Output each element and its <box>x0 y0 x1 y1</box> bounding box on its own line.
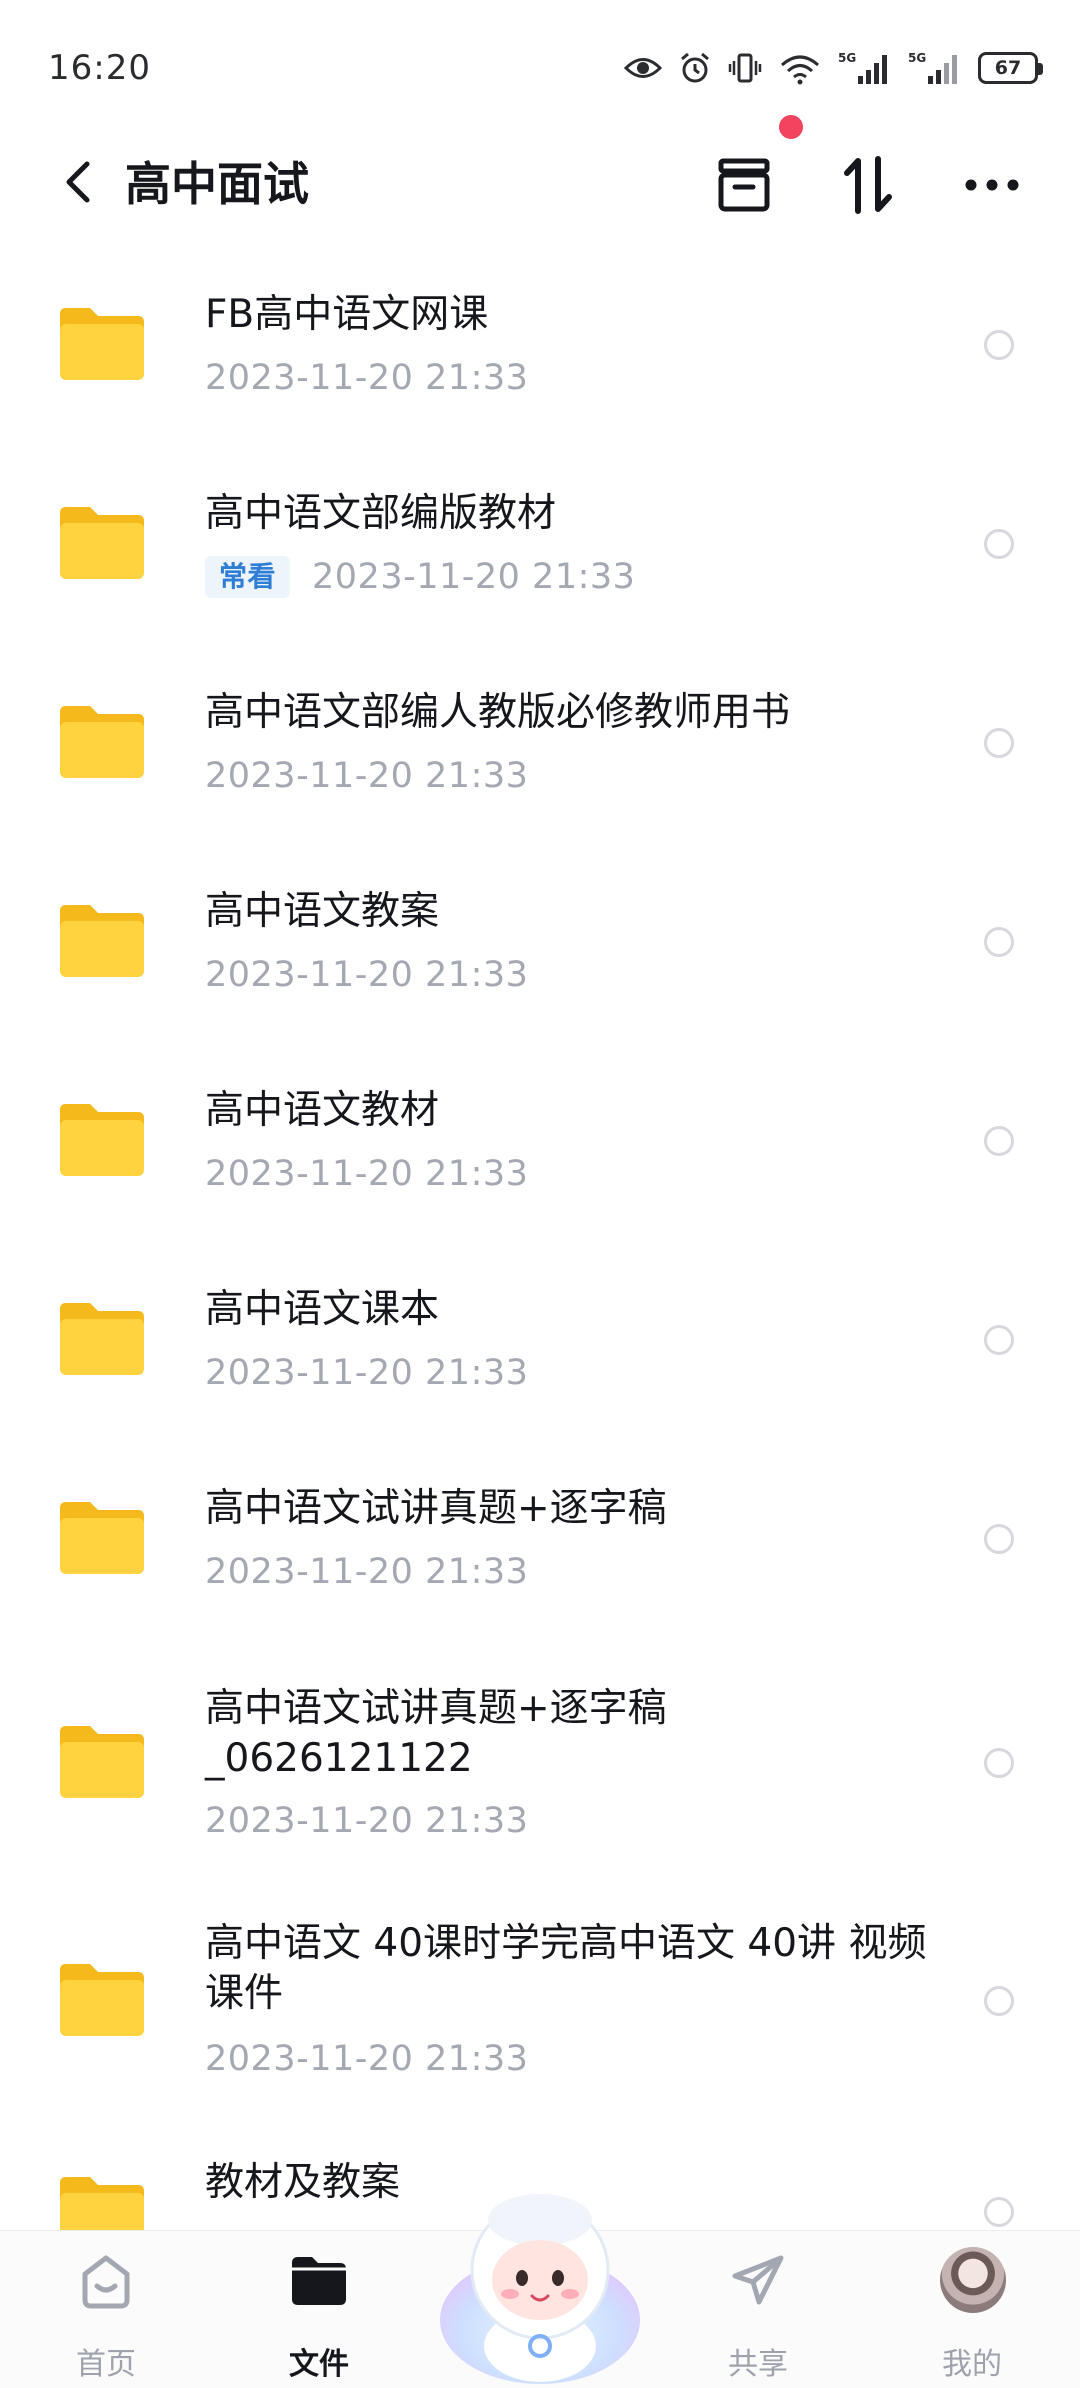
archive-icon <box>718 158 770 212</box>
select-radio[interactable] <box>984 1986 1014 2016</box>
file-name: 高中语文试讲真题+逐字稿 <box>205 1486 667 1531</box>
archive-button[interactable] <box>707 148 781 222</box>
folder-icon <box>60 507 144 579</box>
page-title: 高中面试 <box>125 157 309 211</box>
vibrate-icon <box>728 53 762 83</box>
more-icon <box>965 179 1019 191</box>
nav-mine[interactable]: 我的 <box>902 2247 1042 2382</box>
status-bar: 16:20 5G 5G 67 <box>0 0 1080 130</box>
eye-icon <box>624 58 662 78</box>
signal-5g-icon: 5G <box>838 51 887 84</box>
back-button[interactable] <box>48 152 108 212</box>
file-name: 高中语文部编版教材 <box>205 491 557 536</box>
folder-icon <box>60 1964 144 2036</box>
folder-icon <box>60 905 144 977</box>
file-name: 高中语文 40课时学完高中语文 40讲 视频课件 <box>205 1921 927 2016</box>
file-meta: 2023-11-20 21:33 <box>205 1154 528 1194</box>
send-icon <box>728 2251 788 2311</box>
sort-button[interactable] <box>831 148 905 222</box>
status-time: 16:20 <box>48 48 151 88</box>
file-meta: 2023-11-20 21:33 <box>205 1801 528 1841</box>
folder-icon <box>60 1104 144 1176</box>
folder-icon <box>60 1303 144 1375</box>
header: 高中面试 <box>0 130 1080 240</box>
file-date: 2023-11-20 21:33 <box>205 1154 529 1194</box>
file-name: FB高中语文网课 <box>205 292 489 337</box>
select-radio[interactable] <box>984 1325 1014 1355</box>
file-date: 2023-11-20 21:33 <box>205 955 529 995</box>
folder-icon <box>60 308 144 380</box>
nav-files[interactable]: 文件 <box>249 2247 389 2382</box>
svg-text:5G: 5G <box>838 51 856 65</box>
file-name: 高中语文教材 <box>205 1088 440 1133</box>
file-date: 2023-11-20 21:33 <box>205 1353 529 1393</box>
file-date: 2023-11-20 21:33 <box>205 2039 529 2079</box>
folder-icon <box>60 1726 144 1798</box>
file-date: 2023-11-20 21:33 <box>205 756 529 796</box>
file-meta: 2023-11-20 21:33 <box>205 358 528 398</box>
nav-label: 文件 <box>289 2347 349 2382</box>
battery-icon: 67 <box>978 52 1043 84</box>
select-radio[interactable] <box>984 2197 1014 2227</box>
select-radio[interactable] <box>984 330 1014 360</box>
nav-label: 我的 <box>942 2347 1002 2382</box>
file-meta: 2023-11-20 21:33 <box>205 1353 528 1393</box>
sort-icon <box>844 156 892 214</box>
file-meta: 2023-11-20 21:33 <box>205 756 528 796</box>
notification-dot <box>779 115 803 139</box>
folder-icon <box>60 1502 144 1574</box>
nav-share[interactable]: 共享 <box>688 2247 828 2382</box>
select-radio[interactable] <box>984 529 1014 559</box>
nav-label: 首页 <box>76 2347 136 2382</box>
signal-5g-icon-2: 5G <box>908 51 957 84</box>
nav-label: 共享 <box>728 2347 788 2382</box>
file-date: 2023-11-20 21:33 <box>205 1552 529 1592</box>
frequent-tag: 常看 <box>205 556 291 598</box>
file-date: 2023-11-20 21:33 <box>312 557 636 597</box>
file-date: 2023-11-20 21:33 <box>205 358 529 398</box>
folder-icon <box>289 2251 349 2311</box>
file-meta: 2023-11-20 21:33 <box>205 1552 528 1592</box>
nav-home[interactable]: 首页 <box>36 2247 176 2382</box>
chevron-left-icon <box>66 161 90 203</box>
assistant-mascot-icon[interactable] <box>432 2170 648 2386</box>
file-meta: 2023-11-20 21:33 <box>205 2039 528 2079</box>
home-icon <box>76 2251 136 2311</box>
select-radio[interactable] <box>984 1126 1014 1156</box>
status-icons: 5G 5G 67 <box>624 48 1043 88</box>
more-button[interactable] <box>955 148 1029 222</box>
file-name: 高中语文部编人教版必修教师用书 <box>205 690 791 735</box>
svg-text:5G: 5G <box>908 51 926 65</box>
select-radio[interactable] <box>984 728 1014 758</box>
wifi-icon <box>781 55 819 85</box>
alarm-icon <box>681 52 709 83</box>
file-name: 高中语文教案 <box>205 889 440 934</box>
folder-icon <box>60 706 144 778</box>
file-name: 高中语文试讲真题+逐字稿 _0626121122 <box>205 1686 667 1781</box>
select-radio[interactable] <box>984 927 1014 957</box>
file-name: 高中语文课本 <box>205 1287 440 1332</box>
select-radio[interactable] <box>984 1748 1014 1778</box>
file-meta: 常看 2023-11-20 21:33 <box>205 556 635 598</box>
avatar <box>940 2247 1006 2313</box>
select-radio[interactable] <box>984 1524 1014 1554</box>
file-meta: 2023-11-20 21:33 <box>205 955 528 995</box>
file-date: 2023-11-20 21:33 <box>205 1801 529 1841</box>
